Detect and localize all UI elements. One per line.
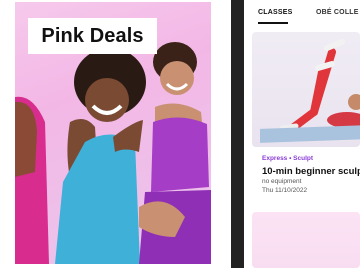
next-class-card[interactable]: [252, 212, 360, 268]
promo-banner[interactable]: Pink Deals: [15, 2, 211, 264]
active-tab-indicator: [258, 22, 288, 24]
class-category: Express • Sculpt: [262, 155, 314, 162]
phone-frame: CLASSES OBÉ COLLE Express • Sculpt 10-mi…: [231, 0, 360, 268]
class-date: Thu 11/10/2022: [262, 187, 308, 194]
tab-obe-collections[interactable]: OBÉ COLLE: [316, 9, 359, 16]
tab-classes[interactable]: CLASSES: [258, 9, 292, 16]
promo-badge-text: Pink Deals: [41, 24, 144, 47]
class-equipment: no equipment: [262, 178, 302, 185]
phone-screen: CLASSES OBÉ COLLE Express • Sculpt 10-mi…: [244, 0, 360, 268]
promo-badge: Pink Deals: [28, 18, 157, 54]
tab-bar: CLASSES OBÉ COLLE: [244, 0, 360, 28]
class-card-thumbnail[interactable]: [252, 32, 360, 147]
class-title[interactable]: 10-min beginner sculp: [262, 166, 360, 177]
app-promo-screenshot: Pink Deals CLASSES OBÉ COLLE Express • S…: [0, 0, 360, 268]
